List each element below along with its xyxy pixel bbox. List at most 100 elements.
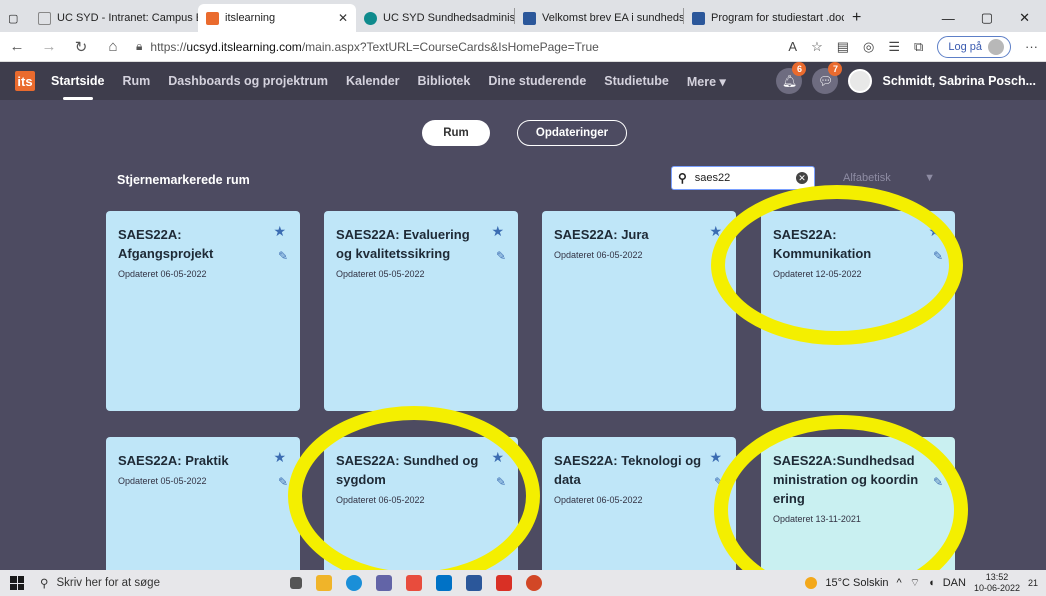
acrobat-icon[interactable]	[496, 575, 512, 591]
nav-rum[interactable]: Rum	[123, 74, 151, 89]
nav-more[interactable]: Mere ▾	[687, 74, 726, 89]
edit-icon[interactable]: ✎	[278, 249, 288, 263]
rum-toggle-button[interactable]: Rum	[422, 120, 490, 146]
more-icon[interactable]: ···	[1025, 39, 1038, 54]
word-icon[interactable]	[466, 575, 482, 591]
login-button[interactable]: Log på	[937, 35, 1011, 58]
course-card[interactable]: SAES22A: Teknologi og data Opdateret 06-…	[542, 437, 736, 570]
tab-intranet[interactable]: UC SYD - Intranet: Campus Esbj ✕	[30, 4, 198, 32]
collections-icon[interactable]: ▤	[837, 39, 849, 55]
star-icon[interactable]: ★	[491, 223, 504, 240]
course-card[interactable]: SAES22A: Jura Opdateret 06-05-2022 ★ ✎	[542, 211, 736, 411]
nav-bibliotek[interactable]: Bibliotek	[418, 74, 471, 89]
star-icon[interactable]: ★	[273, 223, 286, 240]
reload-icon[interactable]: ↻	[72, 38, 90, 56]
wifi-icon[interactable]: ⌔	[910, 576, 920, 590]
itslearning-icon	[206, 11, 219, 25]
address-bar: ← → ↻ ⌂ 🔒︎ https://ucsyd.itslearning.com…	[0, 32, 1046, 62]
browser-tabstrip: ▢ UC SYD - Intranet: Campus Esbj ✕ itsle…	[0, 0, 1046, 32]
edge-icon[interactable]	[346, 575, 362, 591]
word-icon	[692, 11, 705, 25]
task-view-icon[interactable]	[290, 577, 302, 589]
nav-dashboards[interactable]: Dashboards og projektrum	[168, 74, 328, 89]
window-controls: — ▢ ✕	[942, 4, 1046, 32]
home-icon[interactable]: ⌂	[104, 38, 122, 55]
windows-taskbar: ⚲ Skriv her for at søge 15°C Solskin ^ ⌔…	[0, 570, 1046, 596]
clear-search-icon[interactable]: ✕	[796, 172, 808, 184]
chat-icon: 💬︎	[817, 74, 834, 88]
nav-right: 🔔︎ 6 💬︎ 7 Schmidt, Sabrina Posch...	[776, 62, 1046, 94]
highlight-ring	[288, 406, 540, 570]
messages-button[interactable]: 💬︎ 7	[812, 62, 843, 94]
outlook-icon[interactable]	[436, 575, 452, 591]
sun-icon	[805, 577, 818, 589]
read-aloud-icon[interactable]: A	[788, 39, 797, 54]
sharepoint-icon	[364, 11, 377, 25]
minimize-icon[interactable]: —	[942, 11, 955, 26]
taskbar-apps	[290, 575, 542, 591]
tab-program[interactable]: Program for studiestart .docx ✕	[684, 4, 844, 32]
app-icon[interactable]	[406, 575, 422, 591]
nav-dine-studerende[interactable]: Dine studerende	[488, 74, 586, 89]
clock[interactable]: 13:52 10-06-2022	[974, 572, 1020, 594]
file-explorer-icon[interactable]	[316, 575, 332, 591]
main-content: Rum Opdateringer Stjernemarkerede rum ⚲ …	[0, 100, 1046, 570]
tab-velkomst[interactable]: Velkomst brev EA i sundhedsadm ✕	[515, 4, 683, 32]
search-input[interactable]: ⚲ saes22 ✕	[671, 166, 815, 190]
favorites-icon[interactable]: ☰	[888, 39, 900, 55]
url-field[interactable]: 🔒︎ https://ucsyd.itslearning.com/main.as…	[136, 39, 774, 54]
avatar	[988, 38, 1004, 55]
search-icon: ⚲	[40, 578, 49, 590]
course-card[interactable]: SAES22A: Praktik Opdateret 05-05-2022 ★ …	[106, 437, 300, 570]
highlight-ring	[711, 185, 963, 345]
back-icon[interactable]: ←	[8, 38, 26, 55]
tab-itslearning[interactable]: itslearning ✕	[198, 4, 356, 32]
user-name[interactable]: Schmidt, Sabrina Posch...	[882, 74, 1036, 88]
itslearning-logo[interactable]: its	[15, 71, 35, 91]
course-card[interactable]: SAES22A: Afgangsprojekt Opdateret 06-05-…	[106, 211, 300, 411]
sort-select[interactable]: Alfabetisk ▼	[843, 172, 935, 184]
maximize-icon[interactable]: ▢	[981, 10, 993, 26]
nav-studietube[interactable]: Studietube	[604, 74, 669, 89]
course-card[interactable]: SAES22A: Evaluering og kvalitetssikring …	[324, 211, 518, 411]
notification-badge: 6	[792, 62, 807, 76]
language-indicator[interactable]: DAN	[943, 577, 966, 589]
updates-toggle-button[interactable]: Opdateringer	[517, 120, 627, 146]
notification-center-count[interactable]: 21	[1028, 578, 1038, 588]
close-window-icon[interactable]: ✕	[1019, 10, 1030, 26]
edit-icon[interactable]: ✎	[496, 249, 506, 263]
new-tab-button[interactable]: +	[844, 4, 874, 32]
search-icon: ⚲	[678, 171, 687, 185]
section-title: Stjernemarkerede rum	[117, 173, 250, 187]
extensions-icon[interactable]: ◎	[863, 39, 874, 55]
notifications-button[interactable]: 🔔︎ 6	[776, 62, 807, 94]
speaker-icon[interactable]: ◖	[928, 577, 935, 589]
address-bar-actions: A ☆ ▤ ◎ ☰ ⧉ Log på ···	[788, 35, 1038, 58]
powerpoint-icon[interactable]	[526, 575, 542, 591]
tab-sundhedsadministrativ[interactable]: UC SYD Sundhedsadministrativ k ✕	[356, 4, 514, 32]
weather-text[interactable]: 15°C Solskin	[825, 577, 888, 589]
message-badge: 7	[828, 62, 843, 76]
chevron-up-icon[interactable]: ^	[897, 577, 902, 589]
page-icon	[38, 11, 51, 25]
star-icon[interactable]: ★	[709, 449, 722, 466]
nav-kalender[interactable]: Kalender	[346, 74, 400, 89]
avatar[interactable]	[848, 69, 873, 93]
tab-actions-button[interactable]: ▢	[0, 4, 30, 32]
favorite-star-icon[interactable]: ☆	[811, 39, 823, 55]
star-icon[interactable]: ★	[273, 449, 286, 466]
edit-icon[interactable]: ✎	[278, 475, 288, 489]
bell-icon: 🔔︎	[781, 74, 798, 88]
collections-icon[interactable]: ⧉	[914, 39, 923, 55]
lock-icon: 🔒︎	[136, 39, 143, 53]
chevron-down-icon: ▼	[924, 172, 935, 184]
system-tray: 15°C Solskin ^ ⌔ ◖ DAN 13:52 10-06-2022 …	[805, 572, 1046, 594]
close-icon[interactable]: ✕	[338, 11, 348, 25]
forward-icon[interactable]: →	[40, 38, 58, 55]
nav-startside[interactable]: Startside	[51, 74, 105, 100]
windows-start-icon[interactable]	[10, 576, 24, 590]
app-navigation: its Startside Rum Dashboards og projektr…	[0, 62, 1046, 100]
teams-icon[interactable]	[376, 575, 392, 591]
main-menu: Startside Rum Dashboards og projektrum K…	[51, 74, 726, 100]
taskbar-search[interactable]: ⚲ Skriv her for at søge	[40, 576, 260, 590]
